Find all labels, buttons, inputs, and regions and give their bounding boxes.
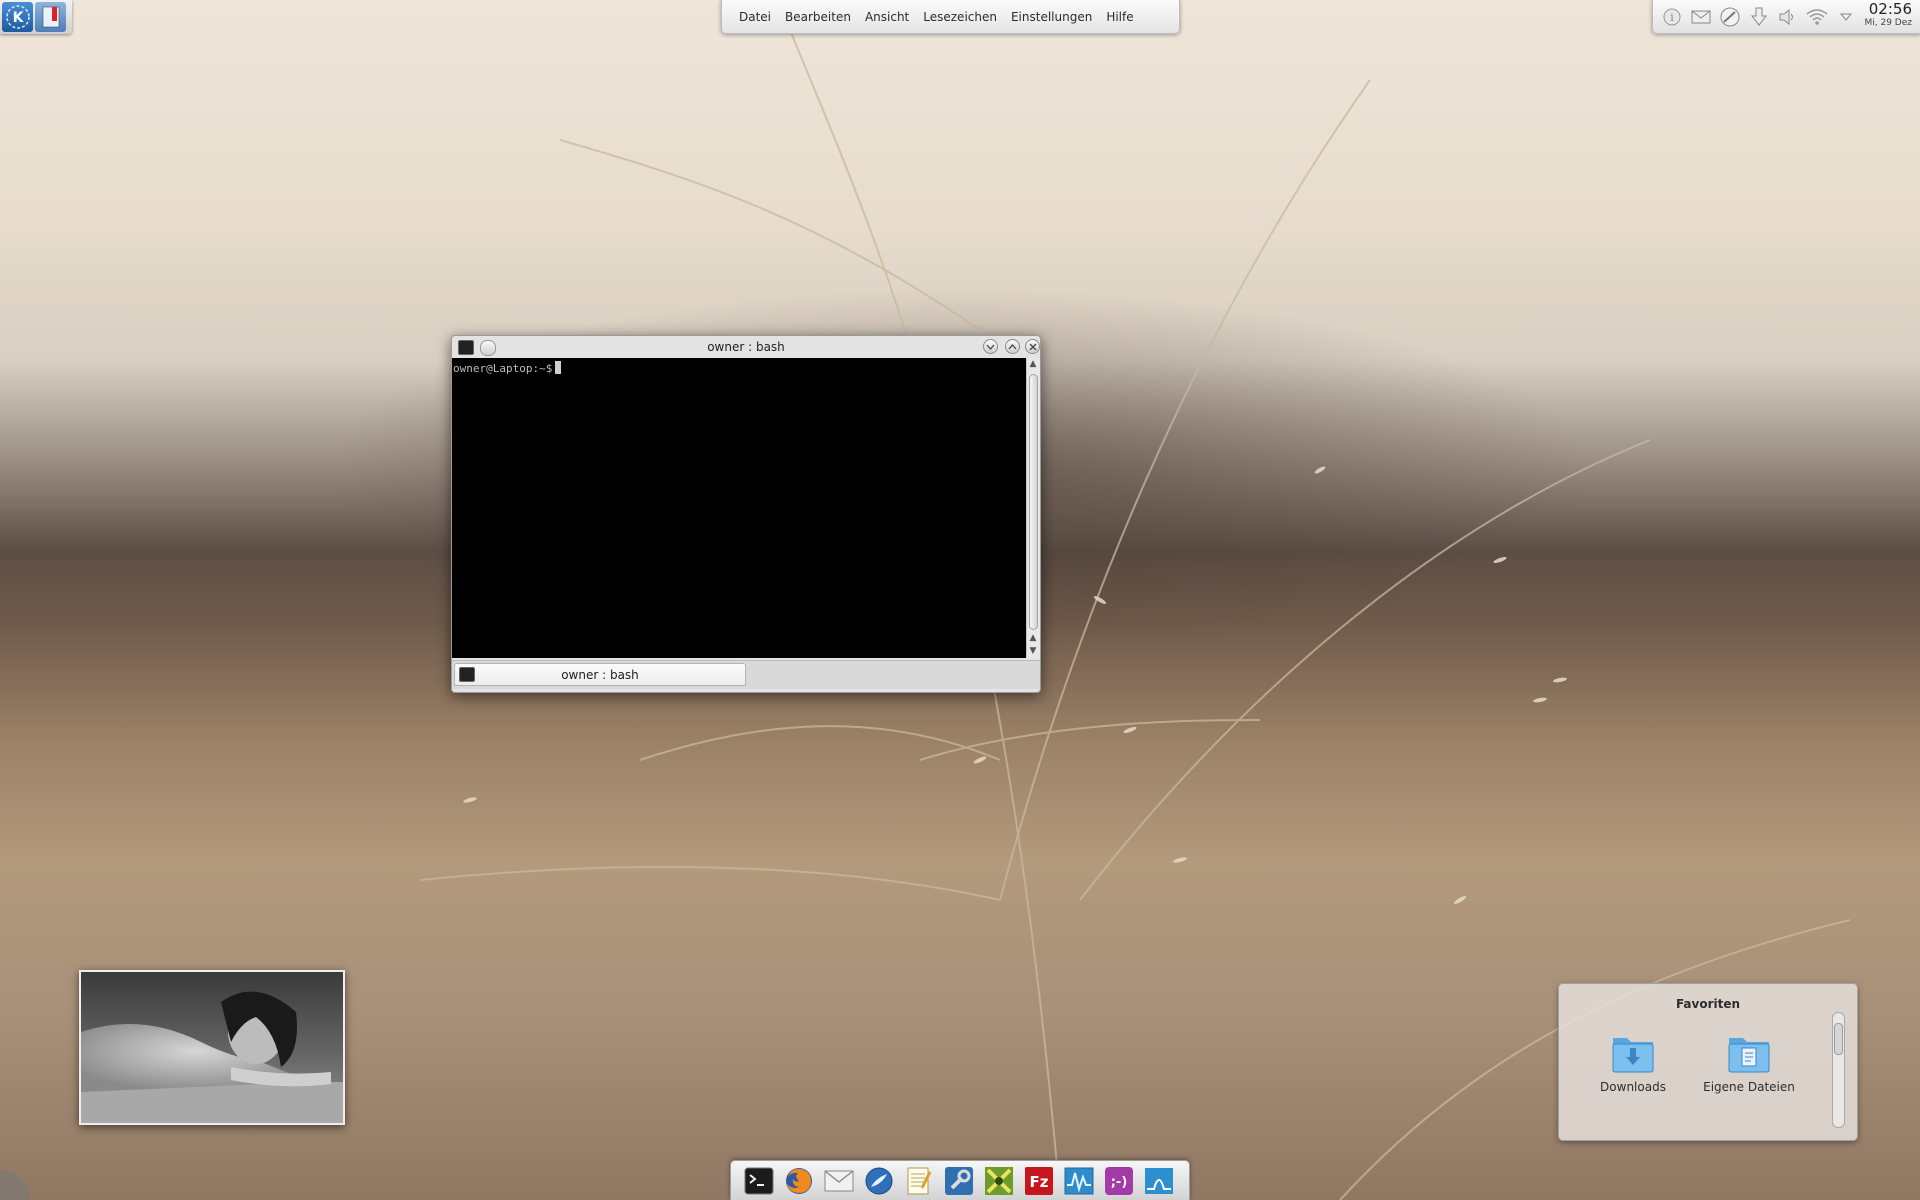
scroll-up-arrow-icon[interactable]: ▲ (1027, 358, 1039, 370)
dock-browser[interactable] (863, 1165, 895, 1197)
task-dock: Fz ;-) (730, 1160, 1190, 1200)
desktop-corner-toolbox[interactable] (0, 1170, 30, 1200)
terminal-window: owner : bash owner@Laptop:~$ ▲ ▲ ▼ owner… (451, 335, 1041, 693)
games-icon (985, 1166, 1013, 1195)
kde-logo-icon: K (5, 5, 30, 29)
text-editor-icon (907, 1167, 932, 1194)
favorites-widget: Favoriten Downloads Eigene Dateien (1558, 983, 1858, 1141)
dock-mail[interactable] (823, 1165, 855, 1197)
favorite-label: Eigene Dateien (1703, 1080, 1795, 1094)
terminal-app-icon[interactable] (458, 340, 474, 355)
text-cursor (555, 361, 562, 374)
chat-icon: ;-) (1105, 1166, 1133, 1195)
terminal-tab[interactable]: owner : bash (454, 663, 746, 686)
browser-icon (865, 1167, 893, 1194)
bookmark-launcher-button[interactable] (35, 2, 66, 32)
settings-tools-icon (945, 1166, 973, 1195)
terminal-tab-bar: owner : bash (452, 660, 1040, 689)
favorite-label: Downloads (1600, 1080, 1666, 1094)
svg-text:Fz: Fz (1030, 1173, 1049, 1191)
svg-text:;-): ;-) (1111, 1175, 1128, 1190)
documents-folder-icon (1728, 1038, 1770, 1073)
menu-hilfe[interactable]: Hilfe (1099, 10, 1140, 24)
minimize-button[interactable] (983, 339, 998, 354)
menu-einstellungen[interactable]: Einstellungen (1004, 10, 1099, 24)
network-icon[interactable] (1719, 6, 1741, 28)
dock-chat[interactable]: ;-) (1103, 1165, 1135, 1197)
dock-games[interactable] (983, 1165, 1015, 1197)
scrollbar-thumb[interactable] (1029, 374, 1038, 630)
window-title: owner : bash (707, 340, 785, 354)
photo-frame-widget[interactable] (79, 970, 345, 1125)
filezilla-icon: Fz (1025, 1166, 1053, 1195)
dock-firefox[interactable] (783, 1165, 815, 1197)
downloads-folder-icon (1612, 1038, 1654, 1073)
chevron-down-icon (986, 344, 995, 350)
window-pin-button[interactable] (480, 340, 496, 356)
scroll-down-arrow-icon[interactable]: ▼ (1027, 645, 1039, 657)
global-menu-bar: Datei Bearbeiten Ansicht Lesezeichen Ein… (721, 0, 1180, 34)
mail-icon (824, 1169, 854, 1191)
scroll-up-arrow-icon-lower[interactable]: ▲ (1027, 632, 1039, 644)
favorites-title: Favoriten (1675, 997, 1741, 1011)
dock-network-manager[interactable] (1143, 1165, 1175, 1197)
system-tray: i 02:56 Mi, 29 Dez (1652, 0, 1920, 34)
clock-date: Mi, 29 Dez (1864, 18, 1913, 28)
kde-menu-button[interactable]: K (2, 2, 33, 32)
photo-image (81, 972, 343, 1123)
expand-tray-icon[interactable] (1835, 6, 1857, 28)
dock-text-editor[interactable] (903, 1165, 935, 1197)
dock-system-monitor[interactable] (1063, 1165, 1095, 1197)
favorites-scrollbar-thumb[interactable] (1834, 1023, 1843, 1055)
menu-lesezeichen[interactable]: Lesezeichen (916, 10, 1004, 24)
terminal-tab-icon (459, 667, 475, 682)
wifi-icon[interactable] (1806, 6, 1828, 28)
svg-text:K: K (12, 10, 24, 26)
menu-bearbeiten[interactable]: Bearbeiten (778, 10, 858, 24)
maximize-button[interactable] (1005, 339, 1020, 354)
network-manager-icon (1145, 1167, 1173, 1194)
digital-clock[interactable]: 02:56 Mi, 29 Dez (1865, 1, 1913, 29)
window-titlebar[interactable]: owner : bash (452, 336, 1040, 358)
download-icon[interactable] (1748, 6, 1770, 28)
favorite-downloads[interactable]: Downloads (1585, 1032, 1681, 1094)
close-icon (1029, 343, 1036, 350)
info-icon[interactable]: i (1661, 6, 1683, 28)
shell-prompt: owner@Laptop:~$ (453, 362, 553, 375)
firefox-icon (786, 1167, 812, 1194)
menu-datei[interactable]: Datei (732, 10, 778, 24)
favorite-eigene-dateien[interactable]: Eigene Dateien (1701, 1032, 1797, 1094)
dock-filezilla[interactable]: Fz (1023, 1165, 1055, 1197)
volume-icon[interactable] (1777, 6, 1799, 28)
terminal-scrollbar[interactable]: ▲ ▲ ▼ (1026, 358, 1040, 658)
dock-terminal[interactable] (743, 1165, 775, 1197)
terminal-icon (744, 1167, 774, 1194)
system-monitor-icon (1064, 1167, 1094, 1194)
chevron-up-icon (1008, 343, 1017, 349)
mail-icon[interactable] (1690, 6, 1712, 28)
menu-ansicht[interactable]: Ansicht (858, 10, 916, 24)
bookmark-icon (42, 6, 59, 28)
svg-text:i: i (1670, 11, 1674, 24)
terminal-output[interactable]: owner@Laptop:~$ (452, 358, 1026, 658)
tab-label: owner : bash (561, 667, 639, 682)
top-left-panel: K (0, 0, 72, 34)
favorites-scrollbar[interactable] (1832, 1012, 1845, 1128)
dock-settings-tools[interactable] (943, 1165, 975, 1197)
close-button[interactable] (1025, 339, 1040, 354)
clock-time: 02:56 (1868, 0, 1912, 18)
